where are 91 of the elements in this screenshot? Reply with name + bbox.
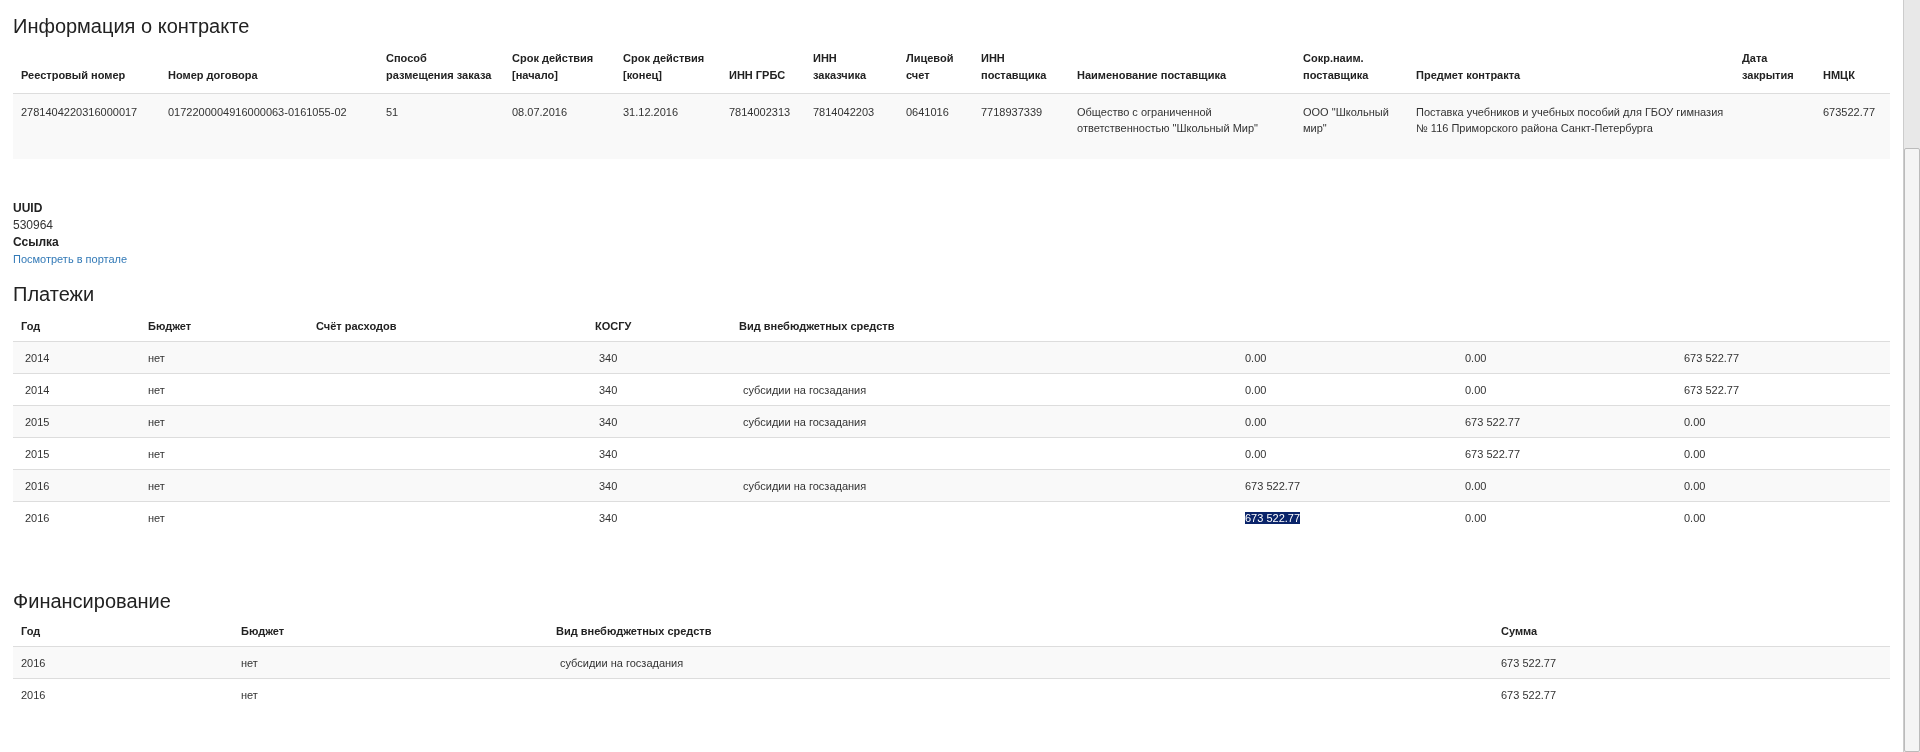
column-header: ИНН поставщика bbox=[981, 52, 1047, 81]
table-cell: 340 bbox=[599, 415, 618, 428]
table-cell: субсидии на госзадания bbox=[743, 383, 867, 396]
table-cell: 0.00 bbox=[1684, 447, 1706, 460]
table-cell: Общество с ограниченной ответственностью "Школьный Мир" bbox=[1077, 106, 1258, 134]
table-cell: нет bbox=[148, 383, 165, 396]
column-header: Лицевой счет bbox=[906, 52, 954, 81]
table-cell: нет bbox=[148, 447, 165, 460]
table-cell: 7814002313 bbox=[729, 106, 791, 118]
table-cell: субсидии на госзадания bbox=[560, 656, 684, 669]
section-heading: Информация о контракте bbox=[13, 14, 251, 38]
field-label: Ссылка bbox=[13, 235, 59, 249]
section-heading: Платежи bbox=[13, 282, 96, 306]
column-header: Год bbox=[21, 320, 41, 332]
table-cell: 0.00 bbox=[1465, 383, 1487, 396]
column-header: Бюджет bbox=[241, 625, 285, 637]
table-cell: 673 522.77 bbox=[1465, 415, 1521, 428]
column-header: ИНН заказчика bbox=[813, 52, 867, 81]
column-header: ИНН ГРБС bbox=[729, 69, 786, 81]
table-cell: 673522.77 bbox=[1823, 106, 1875, 118]
column-header: Срок действия [начало] bbox=[512, 52, 594, 81]
table-cell: 51 bbox=[386, 106, 399, 118]
section-heading: Финансирование bbox=[13, 589, 172, 613]
column-header: Вид внебюджетных средств bbox=[556, 625, 712, 637]
column-header: Бюджет bbox=[148, 320, 192, 332]
table-cell: 673 522.77 bbox=[1465, 447, 1521, 460]
table-cell: 2014 bbox=[25, 351, 50, 364]
table-cell: 2015 bbox=[25, 447, 50, 460]
table-cell: 2016 bbox=[21, 688, 46, 701]
table-cell: ООО "Школьный мир" bbox=[1303, 106, 1389, 134]
column-header: Наименование поставщика bbox=[1077, 69, 1227, 81]
table-cell: 0.00 bbox=[1465, 351, 1487, 364]
table-cell: нет bbox=[148, 511, 165, 524]
column-header: Вид внебюджетных средств bbox=[739, 320, 895, 332]
table-cell: 31.12.2016 bbox=[623, 106, 679, 118]
table-cell: 673 522.77 bbox=[1245, 511, 1301, 524]
table-cell: 340 bbox=[599, 351, 618, 364]
table-cell: 2015 bbox=[25, 415, 50, 428]
table-cell: 0.00 bbox=[1245, 415, 1267, 428]
table-cell: нет bbox=[241, 656, 258, 669]
column-header: Номер договора bbox=[168, 69, 258, 81]
table-cell: 673 522.77 bbox=[1684, 383, 1740, 396]
field-value: 530964 bbox=[13, 218, 54, 232]
table-cell: 0.00 bbox=[1245, 447, 1267, 460]
table-cell: 340 bbox=[599, 479, 618, 492]
table-cell: 673 522.77 bbox=[1684, 351, 1740, 364]
table-cell: 0.00 bbox=[1684, 415, 1706, 428]
table-cell: 08.07.2016 bbox=[512, 106, 568, 118]
portal-link[interactable]: Посмотреть в портале bbox=[13, 253, 128, 265]
table-cell: 2014 bbox=[25, 383, 50, 396]
column-header: Сумма bbox=[1501, 625, 1538, 637]
table-cell: 0.00 bbox=[1245, 351, 1267, 364]
scrollbar-thumb[interactable] bbox=[1904, 148, 1920, 752]
table-cell: 0641016 bbox=[906, 106, 949, 118]
table-cell: 0.00 bbox=[1465, 479, 1487, 492]
column-header: Предмет контракта bbox=[1416, 69, 1521, 81]
table-cell: Поставка учебников и учебных пособий для ГБОУ гимназия № 116 Приморского района Санкт-Петербурга bbox=[1416, 106, 1724, 134]
table-cell: 340 bbox=[599, 383, 618, 396]
column-header: Способ размещения заказа bbox=[386, 52, 492, 81]
table-cell: 673 522.77 bbox=[1245, 479, 1301, 492]
table-cell: нет bbox=[241, 688, 258, 701]
table-cell: 7718937339 bbox=[981, 106, 1043, 118]
table-cell: 340 bbox=[599, 447, 618, 460]
column-header: Счёт расходов bbox=[316, 320, 397, 332]
table-cell: 340 bbox=[599, 511, 618, 524]
table-cell: 0.00 bbox=[1684, 511, 1706, 524]
table-cell: 2781404220316000017 bbox=[21, 106, 138, 118]
table-cell: 2016 bbox=[21, 656, 46, 669]
column-header: Сокр.наим. поставщика bbox=[1303, 52, 1369, 81]
table-cell: нет bbox=[148, 351, 165, 364]
column-header: Реестровый номер bbox=[21, 69, 126, 81]
table-cell: 2016 bbox=[25, 479, 50, 492]
table-cell: субсидии на госзадания bbox=[743, 479, 867, 492]
table-cell: нет bbox=[148, 415, 165, 428]
table-cell: субсидии на госзадания bbox=[743, 415, 867, 428]
table-cell: 0.00 bbox=[1245, 383, 1267, 396]
table-cell: нет bbox=[148, 479, 165, 492]
column-header: НМЦК bbox=[1823, 69, 1855, 81]
field-label: UUID bbox=[13, 201, 43, 215]
table-cell: 673 522.77 bbox=[1501, 688, 1557, 701]
table-cell: 7814042203 bbox=[813, 106, 875, 118]
table-cell: 673 522.77 bbox=[1501, 656, 1557, 669]
table-cell: 0.00 bbox=[1684, 479, 1706, 492]
column-header: Срок действия [конец] bbox=[623, 52, 705, 81]
scrollbar[interactable] bbox=[1903, 0, 1920, 752]
column-header: КОСГУ bbox=[595, 320, 632, 332]
table-cell: 0172200004916000063-0161055-02 bbox=[168, 106, 347, 118]
column-header: Год bbox=[21, 625, 41, 637]
table-cell: 2016 bbox=[25, 511, 50, 524]
column-header: Дата закрытия bbox=[1742, 52, 1794, 81]
table-cell: 0.00 bbox=[1465, 511, 1487, 524]
